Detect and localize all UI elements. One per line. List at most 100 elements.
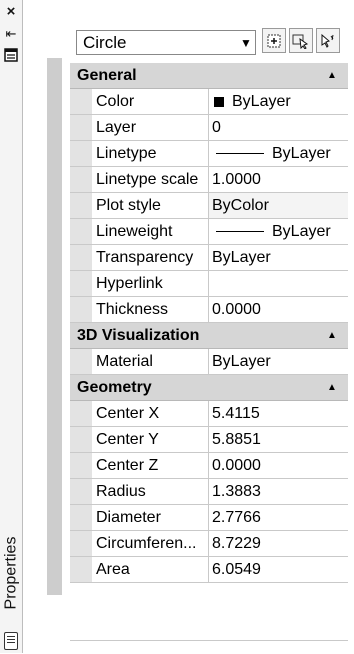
property-row[interactable]: Layer 0: [70, 115, 348, 141]
chevron-down-icon: ▼: [240, 35, 252, 50]
property-value[interactable]: 0.0000: [209, 297, 348, 322]
property-name: Thickness: [92, 297, 209, 322]
toggle-pickadd-button[interactable]: [262, 28, 286, 53]
property-value[interactable]: ByLayer: [209, 245, 348, 270]
row-indent: [70, 141, 92, 166]
section-header-3d-visualization[interactable]: 3D Visualization ▲: [70, 323, 348, 349]
auto-hide-icon[interactable]: ⇤: [3, 26, 19, 42]
property-row[interactable]: Plot style ByColor: [70, 193, 348, 219]
object-type-dropdown[interactable]: Circle ▼: [76, 30, 256, 55]
property-value[interactable]: ByColor: [209, 193, 348, 218]
row-indent: [70, 219, 92, 244]
property-name: Diameter: [92, 505, 209, 530]
property-row[interactable]: Circumferen... 8.7229: [70, 531, 348, 557]
row-indent: [70, 427, 92, 452]
row-indent: [70, 401, 92, 426]
property-value[interactable]: 2.7766: [209, 505, 348, 530]
property-name: Hyperlink: [92, 271, 209, 296]
property-value[interactable]: ByLayer: [209, 89, 348, 114]
pickadd-icon: [267, 34, 281, 47]
property-value-text: 6.0549: [212, 560, 261, 578]
property-row[interactable]: Diameter 2.7766: [70, 505, 348, 531]
property-name: Transparency: [92, 245, 209, 270]
properties-menu-icon[interactable]: [3, 48, 19, 64]
property-row[interactable]: Lineweight ByLayer: [70, 219, 348, 245]
row-indent: [70, 193, 92, 218]
properties-palette: × ⇤ Properties Circle ▼ General ▲ Color ByL…: [0, 0, 354, 653]
quick-select-button[interactable]: [316, 28, 340, 53]
property-value-text: 1.0000: [212, 170, 261, 188]
property-name: Area: [92, 557, 209, 582]
select-objects-icon: [292, 34, 309, 49]
row-indent: [70, 479, 92, 504]
property-value[interactable]: 5.4115: [209, 401, 348, 426]
property-value[interactable]: 5.8851: [209, 427, 348, 452]
property-value-text: 5.4115: [212, 404, 260, 422]
property-value[interactable]: 1.3883: [209, 479, 348, 504]
property-name: Material: [92, 349, 209, 374]
property-value-text: ByLayer: [212, 352, 271, 370]
property-name: Center X: [92, 401, 209, 426]
property-name: Circumferen...: [92, 531, 209, 556]
property-value[interactable]: 1.0000: [209, 167, 348, 192]
row-indent: [70, 89, 92, 114]
property-row[interactable]: Center Y 5.8851: [70, 427, 348, 453]
object-type-value: Circle: [83, 32, 127, 52]
property-value-text: 0: [212, 118, 221, 136]
property-value[interactable]: 0.0000: [209, 453, 348, 478]
property-name: Linetype scale: [92, 167, 209, 192]
palette-properties-icon[interactable]: [4, 632, 18, 650]
row-indent: [70, 531, 92, 556]
property-value-text: ByLayer: [212, 248, 271, 266]
property-row[interactable]: Center Z 0.0000: [70, 453, 348, 479]
property-value-text: ByLayer: [272, 222, 331, 240]
property-row[interactable]: Area 6.0549: [70, 557, 348, 583]
close-icon[interactable]: ×: [3, 4, 19, 20]
property-value-text: ByLayer: [272, 144, 331, 162]
property-name: Lineweight: [92, 219, 209, 244]
property-value[interactable]: ByLayer: [209, 141, 348, 166]
property-value-text: 1.3883: [212, 482, 261, 500]
palette-title-strip: × ⇤ Properties: [0, 0, 23, 653]
property-row[interactable]: Linetype ByLayer: [70, 141, 348, 167]
row-indent: [70, 167, 92, 192]
property-name: Center Z: [92, 453, 209, 478]
property-grid: General ▲ Color ByLayer Layer 0 Linetype ByLaye…: [70, 63, 348, 583]
property-value-text: 8.7229: [212, 534, 261, 552]
vertical-scrollbar[interactable]: [47, 58, 62, 595]
property-row[interactable]: Color ByLayer: [70, 89, 348, 115]
section-title: Geometry: [77, 378, 152, 396]
property-value[interactable]: ByLayer: [209, 219, 348, 244]
row-indent: [70, 115, 92, 140]
select-objects-button[interactable]: [289, 28, 313, 53]
property-name: Plot style: [92, 193, 209, 218]
palette-gutter: [24, 0, 46, 653]
property-value-text: 2.7766: [212, 508, 261, 526]
property-row[interactable]: Center X 5.4115: [70, 401, 348, 427]
property-row[interactable]: Thickness 0.0000: [70, 297, 348, 323]
collapse-arrow-icon[interactable]: ▲: [316, 70, 348, 81]
property-value[interactable]: ByLayer: [209, 349, 348, 374]
property-row[interactable]: Linetype scale 1.0000: [70, 167, 348, 193]
collapse-arrow-icon[interactable]: ▲: [316, 330, 348, 341]
property-name: Color: [92, 89, 209, 114]
property-row[interactable]: Material ByLayer: [70, 349, 348, 375]
property-row[interactable]: Radius 1.3883: [70, 479, 348, 505]
property-value[interactable]: 0: [209, 115, 348, 140]
property-value-text: 5.8851: [212, 430, 261, 448]
section-header-general[interactable]: General ▲: [70, 63, 348, 89]
property-value[interactable]: 8.7229: [209, 531, 348, 556]
property-value[interactable]: [209, 271, 348, 296]
property-row[interactable]: Transparency ByLayer: [70, 245, 348, 271]
section-header-geometry[interactable]: Geometry ▲: [70, 375, 348, 401]
property-name: Linetype: [92, 141, 209, 166]
row-indent: [70, 297, 92, 322]
collapse-arrow-icon[interactable]: ▲: [316, 382, 348, 393]
property-value-text: 0.0000: [212, 456, 261, 474]
property-name: Radius: [92, 479, 209, 504]
property-value[interactable]: 6.0549: [209, 557, 348, 582]
row-indent: [70, 349, 92, 374]
property-row[interactable]: Hyperlink: [70, 271, 348, 297]
property-value-text: ByColor: [212, 196, 269, 214]
color-swatch-icon: [214, 96, 224, 107]
